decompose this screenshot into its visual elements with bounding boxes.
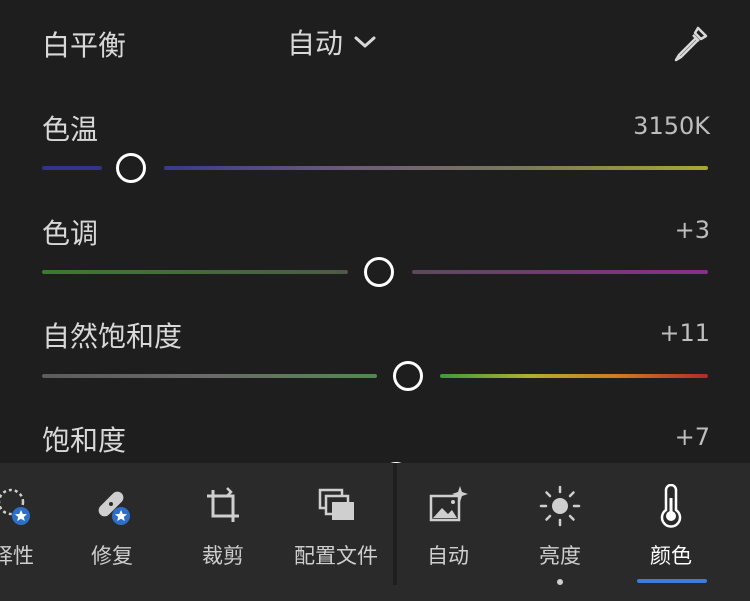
white-balance-mode: 自动 [287, 27, 344, 60]
tint-value: +3 [674, 216, 710, 244]
white-balance-label: 白平衡 [42, 29, 127, 62]
selective-icon [0, 488, 30, 525]
tool-profiles[interactable]: 配置文件 [281, 478, 391, 588]
crop-icon [207, 487, 239, 522]
light-indicator-dot [557, 579, 563, 585]
bandage-icon [98, 491, 130, 525]
thermometer-icon [660, 484, 682, 528]
tool-auto[interactable]: 自动 [393, 478, 503, 588]
tint-label: 色调 [42, 217, 99, 250]
tool-label: 配置文件 [294, 544, 378, 568]
saturation-label: 饱和度 [42, 424, 127, 457]
active-tab-indicator [637, 579, 707, 583]
temperature-value: 3150K [633, 112, 710, 140]
profiles-icon [318, 488, 354, 520]
tint-track-right [412, 270, 708, 274]
vibrance-slider-thumb[interactable] [393, 361, 423, 391]
sun-icon [539, 485, 581, 527]
temperature-track-right [164, 166, 708, 170]
tool-light[interactable]: 亮度 [505, 478, 615, 588]
tool-color[interactable]: 颜色 [616, 478, 726, 588]
tool-label: 修复 [91, 544, 133, 568]
tool-label: 颜色 [650, 544, 692, 568]
saturation-value: +7 [674, 423, 710, 451]
temperature-slider-thumb[interactable] [116, 153, 146, 183]
tool-label: 裁剪 [202, 544, 244, 568]
eyedropper-icon[interactable] [668, 22, 712, 66]
vibrance-track-right [440, 374, 708, 378]
tool-label: 自动 [427, 544, 469, 568]
vibrance-value: +11 [659, 319, 710, 347]
tool-crop[interactable]: 裁剪 [168, 478, 278, 588]
tool-label: 亮度 [539, 544, 581, 568]
tint-slider-thumb[interactable] [364, 257, 394, 287]
vibrance-track-left [42, 374, 377, 378]
tool-healing[interactable]: 修复 [57, 478, 167, 588]
tint-track-left [42, 270, 348, 274]
chevron-down-icon [354, 36, 376, 48]
vibrance-label: 自然饱和度 [42, 320, 183, 353]
white-balance-dropdown[interactable]: 自动 [287, 22, 377, 62]
temperature-track-left [42, 166, 102, 170]
auto-image-icon [429, 486, 468, 522]
temperature-label: 色温 [42, 113, 99, 146]
